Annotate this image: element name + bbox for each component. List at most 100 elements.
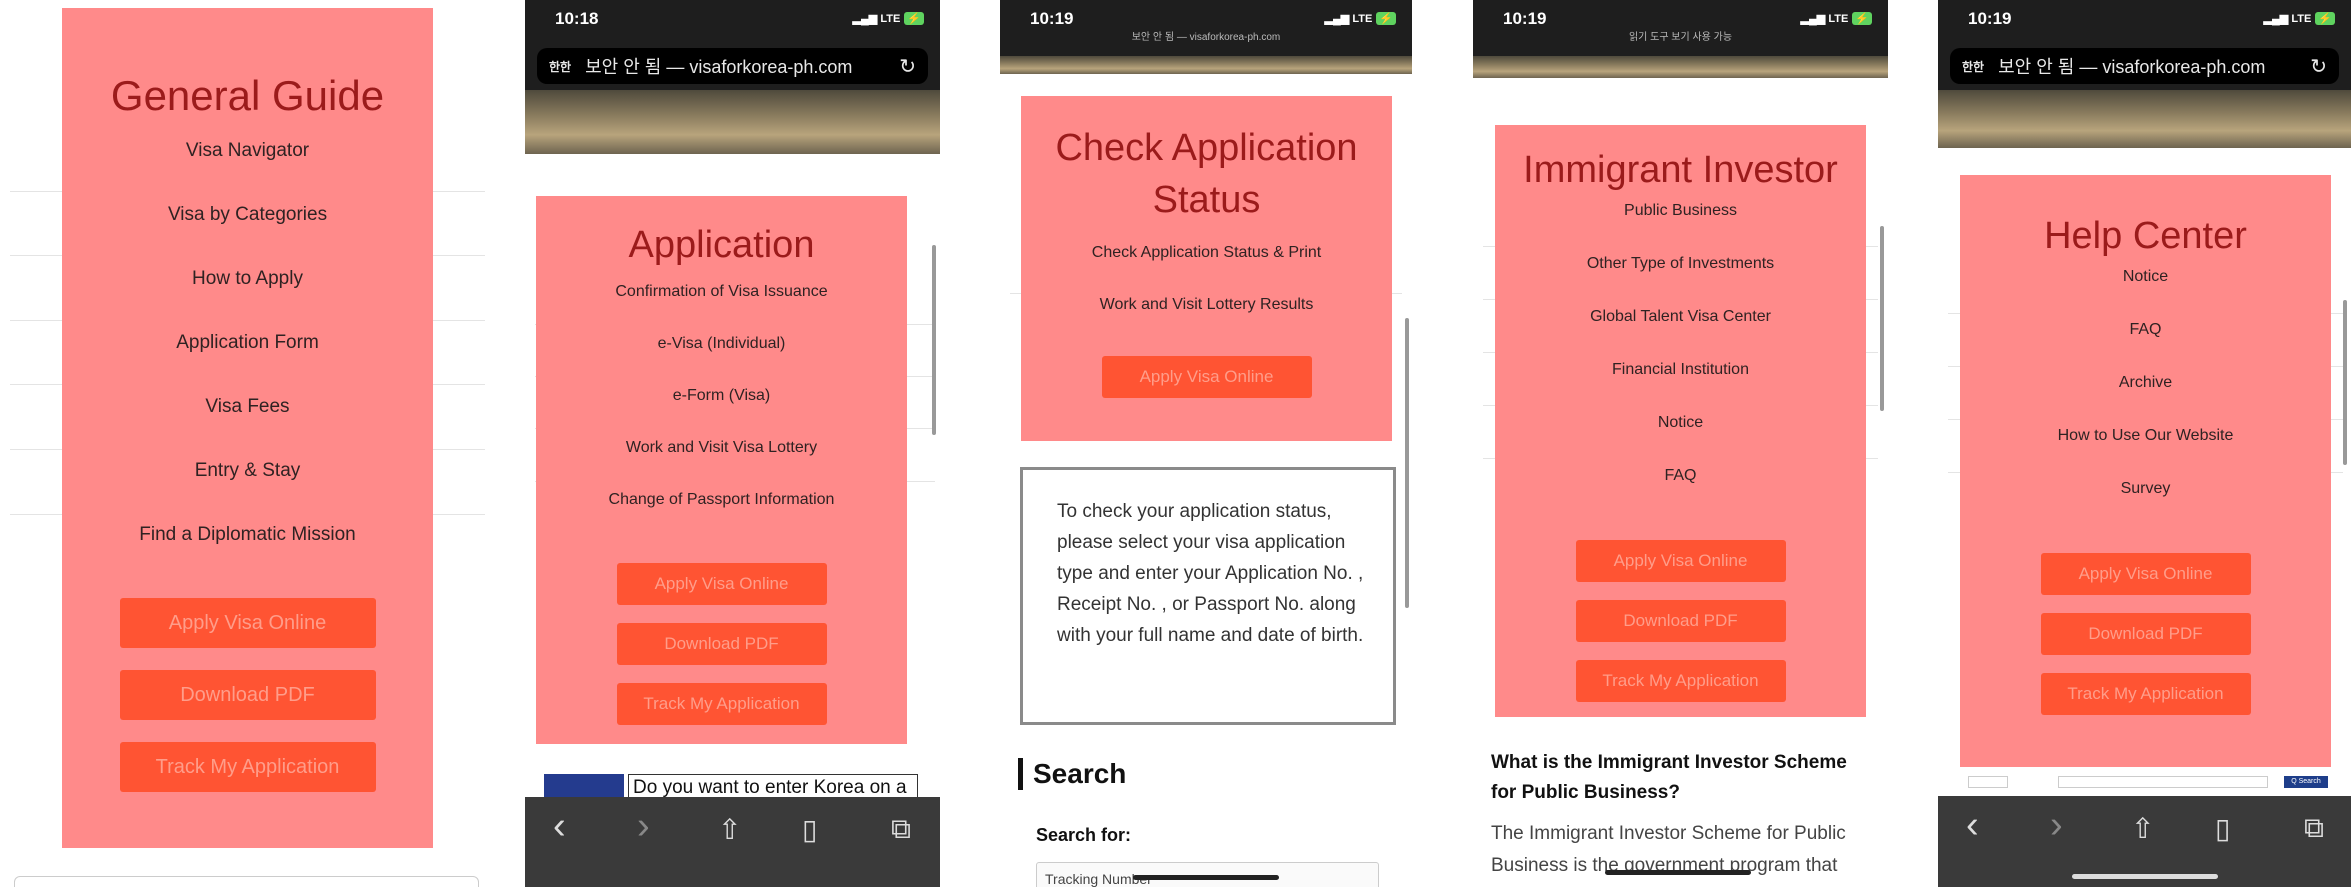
menu-title: Check Application Status [1055, 127, 1358, 221]
apply-visa-online-button[interactable]: Apply Visa Online [1575, 540, 1786, 582]
share-icon[interactable]: ⇧ [2131, 812, 2154, 845]
menu-item-public-business[interactable]: Public Business [1495, 194, 1866, 247]
search-row: Q Search [1968, 776, 2328, 790]
back-icon[interactable]: ‹ [1966, 804, 1979, 847]
status-bar: 10:19 ▂▄▆ LTE ⚡ 읽기 도구 보기 사용 가능 [1473, 0, 1888, 56]
menu-item-faq[interactable]: FAQ [1960, 313, 2331, 366]
menu-item-application-form[interactable]: Application Form [62, 326, 433, 390]
menu-item-change-passport-information[interactable]: Change of Passport Information [536, 483, 907, 535]
apply-visa-online-button[interactable]: Apply Visa Online [119, 598, 376, 648]
search-for-label: Search for: [1036, 825, 1132, 845]
menu-item-notice[interactable]: Notice [1495, 406, 1866, 459]
menu-title: Help Center [2044, 215, 2247, 257]
translate-icon[interactable]: 한한 [549, 58, 571, 75]
menu-item-e-visa-individual[interactable]: e-Visa (Individual) [536, 327, 907, 379]
address-url: 보안 안 됨 — visaforkorea-ph.com [585, 57, 853, 77]
track-my-application-button[interactable]: Track My Application [1575, 660, 1786, 702]
menu-item-faq[interactable]: FAQ [1495, 459, 1866, 512]
check-status-menu: Check Application Status Check Applicati… [1021, 96, 1392, 441]
mini-address[interactable]: 읽기 도구 보기 사용 가능 [1473, 28, 1888, 43]
apply-visa-online-button[interactable]: Apply Visa Online [2040, 553, 2251, 595]
menu-item-confirmation-visa-issuance[interactable]: Confirmation of Visa Issuance [536, 275, 907, 327]
bookmarks-icon[interactable]: ▯ [2215, 812, 2230, 845]
hero-image [1000, 56, 1412, 74]
reload-icon[interactable]: ↻ [2310, 54, 2327, 79]
address-bar[interactable]: 한한 보안 안 됨 — visaforkorea-ph.com ↻ [537, 48, 928, 84]
scrollbar[interactable] [1405, 318, 1409, 608]
hero-image [1938, 90, 2351, 148]
menu-item-lottery-results[interactable]: Work and Visit Lottery Results [1021, 290, 1392, 342]
apply-visa-online-button[interactable]: Apply Visa Online [1101, 356, 1312, 398]
scrollbar[interactable] [932, 245, 936, 435]
search-input[interactable] [2058, 776, 2268, 788]
tabs-icon[interactable]: ⧉ [891, 813, 911, 846]
home-indicator [1605, 870, 1751, 875]
status-bar: 10:19 ▂▄▆ LTE ⚡ 보안 안 됨 — visaforkorea-ph.… [1000, 0, 1412, 56]
status-time: 10:19 [1503, 9, 1547, 28]
status-instructions: To check your application status, please… [1020, 467, 1396, 725]
general-guide-menu: General Guide Visa Navigator Visa by Cat… [62, 8, 433, 848]
signal-indicator: ▂▄▆ LTE ⚡ [1801, 12, 1872, 25]
menu-item-visa-fees[interactable]: Visa Fees [62, 390, 433, 454]
menu-item-how-to-apply[interactable]: How to Apply [62, 262, 433, 326]
share-icon[interactable]: ⇧ [718, 813, 741, 846]
apply-visa-online-button[interactable]: Apply Visa Online [616, 563, 827, 605]
menu-item-entry-stay[interactable]: Entry & Stay [62, 454, 433, 518]
menu-item-e-form-visa[interactable]: e-Form (Visa) [536, 379, 907, 431]
scrollbar[interactable] [2343, 300, 2347, 465]
help-center-menu: Help Center Notice FAQ Archive How to Us… [1960, 175, 2331, 767]
status-time: 10:18 [555, 9, 599, 28]
browser-toolbar: ‹ › ⇧ ▯ ⧉ [1938, 796, 2351, 887]
menu-item-visa-navigator[interactable]: Visa Navigator [62, 134, 433, 198]
menu-item-notice[interactable]: Notice [1960, 260, 2331, 313]
immigrant-investor-menu: Immigrant Investor Public Business Other… [1495, 125, 1866, 717]
search-select[interactable] [1968, 776, 2008, 788]
home-indicator [2072, 874, 2218, 879]
menu-title: General Guide [110, 72, 385, 119]
menu-item-visa-by-categories[interactable]: Visa by Categories [62, 198, 433, 262]
input-edge [14, 876, 479, 887]
back-icon[interactable]: ‹ [553, 805, 566, 848]
screenshot-help-center: 10:19 ▂▄▆ LTE ⚡ 한한 보안 안 됨 — visaforkorea-… [1938, 0, 2351, 887]
forward-icon[interactable]: › [2050, 804, 2063, 847]
track-my-application-button[interactable]: Track My Application [119, 742, 376, 792]
screenshot-general-guide: General Guide Visa Navigator Visa by Cat… [0, 0, 495, 887]
signal-indicator: ▂▄▆ LTE ⚡ [1325, 12, 1396, 25]
menu-item-check-status-print[interactable]: Check Application Status & Print [1021, 238, 1392, 290]
signal-indicator: ▂▄▆ LTE ⚡ [853, 12, 924, 25]
search-heading: Search [1018, 758, 1126, 790]
reload-icon[interactable]: ↻ [899, 54, 916, 79]
menu-title: Immigrant Investor [1523, 149, 1838, 191]
download-pdf-button[interactable]: Download PDF [616, 623, 827, 665]
home-indicator [1133, 875, 1279, 880]
menu-item-financial-institution[interactable]: Financial Institution [1495, 353, 1866, 406]
address-bar[interactable]: 한한 보안 안 됨 — visaforkorea-ph.com ↻ [1950, 48, 2339, 84]
status-time: 10:19 [1968, 9, 2012, 28]
menu-item-other-investments[interactable]: Other Type of Investments [1495, 247, 1866, 300]
bookmarks-icon[interactable]: ▯ [802, 813, 817, 846]
menu-title: Application [628, 224, 815, 266]
screenshot-application: 10:18 ▂▄▆ LTE ⚡ 한한 보안 안 됨 — visaforkorea-… [525, 0, 940, 887]
forward-icon[interactable]: › [637, 805, 650, 848]
status-time: 10:19 [1030, 9, 1074, 28]
search-button[interactable]: Q Search [2284, 776, 2328, 788]
menu-item-work-visit-visa-lottery[interactable]: Work and Visit Visa Lottery [536, 431, 907, 483]
tabs-icon[interactable]: ⧉ [2304, 812, 2324, 845]
scrollbar[interactable] [1880, 226, 1884, 411]
translate-icon[interactable]: 한한 [1962, 58, 1984, 75]
mini-address[interactable]: 보안 안 됨 — visaforkorea-ph.com [1000, 28, 1412, 43]
browser-toolbar: ‹ › ⇧ ▯ ⧉ [525, 797, 940, 887]
menu-item-how-to-use-website[interactable]: How to Use Our Website [1960, 419, 2331, 472]
track-my-application-button[interactable]: Track My Application [616, 683, 827, 725]
download-pdf-button[interactable]: Download PDF [119, 670, 376, 720]
menu-item-survey[interactable]: Survey [1960, 472, 2331, 525]
faq-question: What is the Immigrant Investor Scheme fo… [1491, 752, 1847, 803]
menu-item-find-diplomatic-mission[interactable]: Find a Diplomatic Mission [62, 518, 433, 582]
hero-image [1473, 56, 1888, 78]
menu-item-global-talent[interactable]: Global Talent Visa Center [1495, 300, 1866, 353]
track-my-application-button[interactable]: Track My Application [2040, 673, 2251, 715]
download-pdf-button[interactable]: Download PDF [1575, 600, 1786, 642]
hero-image [525, 90, 940, 154]
menu-item-archive[interactable]: Archive [1960, 366, 2331, 419]
download-pdf-button[interactable]: Download PDF [2040, 613, 2251, 655]
